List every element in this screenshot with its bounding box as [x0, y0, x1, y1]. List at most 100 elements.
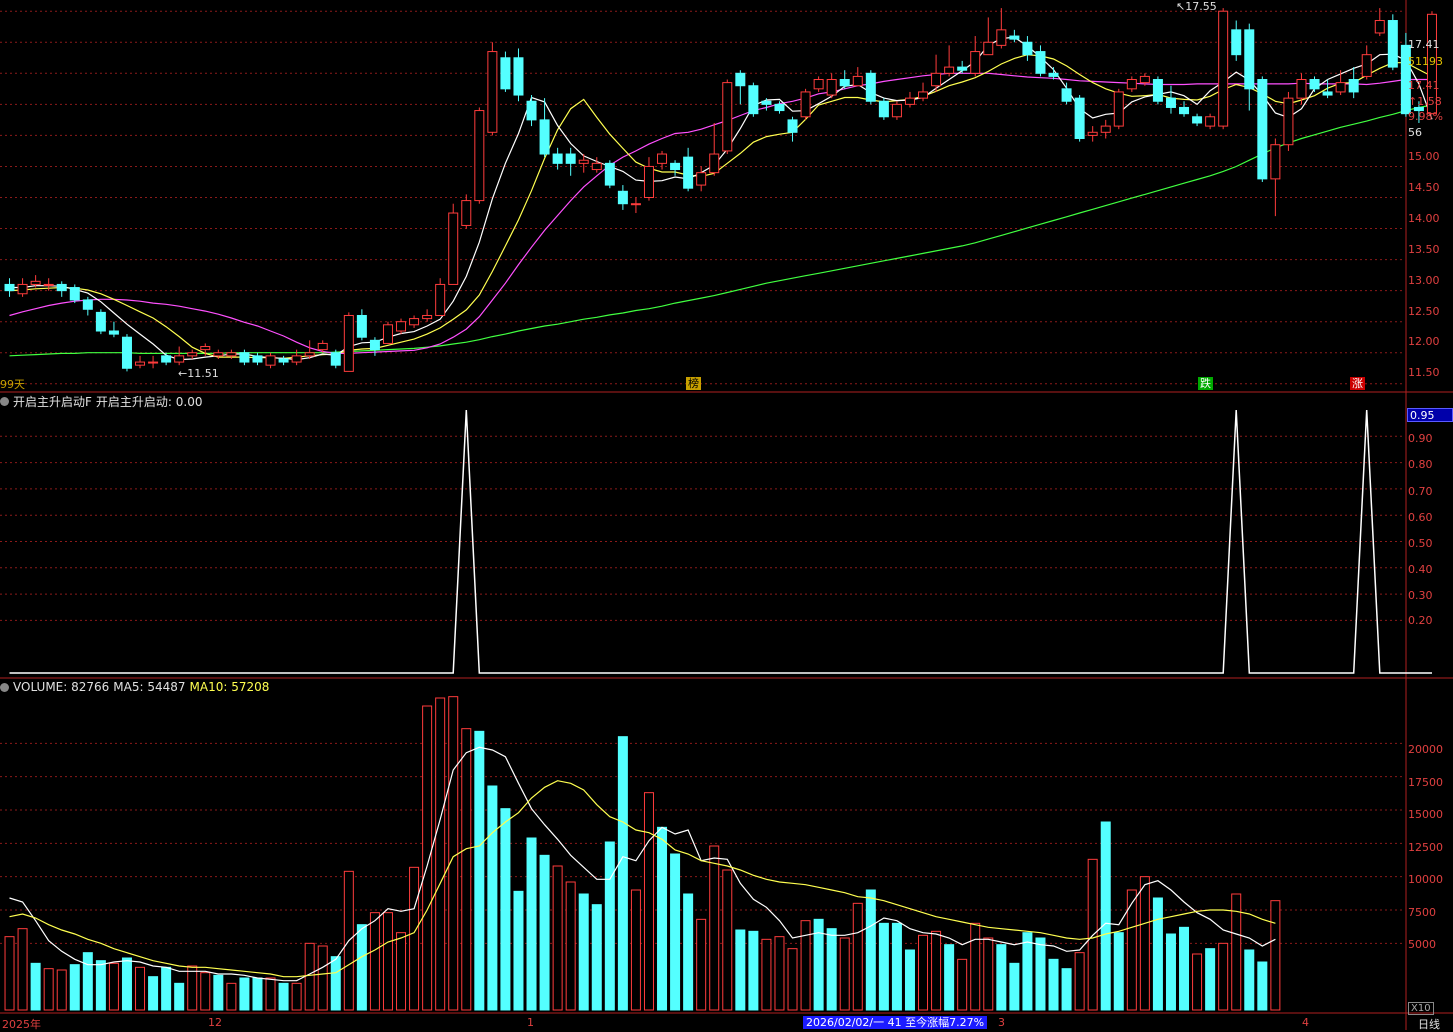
volume-tick: 20000 [1408, 743, 1443, 756]
candle-body [382, 324, 393, 344]
volume-tick: 7500 [1408, 906, 1436, 919]
candle-body [213, 352, 224, 357]
candle [396, 318, 407, 335]
chart-canvas[interactable] [0, 0, 1453, 1030]
candle [565, 147, 576, 176]
volume-bar [904, 949, 915, 1011]
volume-bar [539, 854, 550, 1011]
candle [135, 355, 146, 369]
volume-bar [213, 974, 224, 1011]
candle [474, 107, 485, 204]
candle-body [1009, 35, 1020, 40]
x-label-jan: 1 [527, 1016, 534, 1029]
candle-body [226, 352, 237, 357]
candle-body [487, 51, 498, 133]
candle-body [1022, 41, 1033, 56]
indicator-name[interactable]: 开启主升启动F [13, 393, 92, 410]
candle [878, 98, 889, 120]
candle-body [617, 190, 628, 205]
candle [1244, 23, 1255, 111]
volume-toggle-icon[interactable] [0, 682, 9, 692]
volume-bar [552, 865, 563, 1011]
volume-bar [735, 929, 746, 1011]
volume-tick: 5000 [1408, 938, 1436, 951]
candle-body [852, 75, 863, 87]
volume-bar [226, 982, 237, 1011]
event-marker-zhang[interactable]: 涨 [1350, 377, 1365, 390]
indicator-tick: 0.30 [1408, 589, 1433, 602]
candle [957, 60, 968, 74]
indicator-toggle-icon[interactable] [0, 397, 9, 406]
price-tick: 14.00 [1408, 212, 1440, 225]
volume-bar [1022, 932, 1033, 1011]
volume-bar [252, 977, 263, 1011]
volume-value[interactable]: VOLUME: 82766 [13, 680, 109, 694]
candle-body [448, 212, 459, 285]
candle-body [552, 153, 563, 164]
volume-bar [1074, 952, 1085, 1011]
volume-bar [1009, 962, 1020, 1011]
candle [343, 312, 354, 372]
candle [865, 70, 876, 105]
volume-bar [996, 944, 1007, 1011]
volume-bar [187, 965, 198, 1011]
candle [409, 315, 420, 328]
volume-bar [1165, 933, 1176, 1011]
volume-tick: 15000 [1408, 808, 1443, 821]
candle-body [774, 103, 785, 112]
candle-body [43, 283, 54, 286]
volume-bar [852, 902, 863, 1011]
volume-bar [617, 736, 628, 1011]
volume-bar [696, 918, 707, 1011]
candle-body [513, 57, 524, 96]
candle [174, 346, 185, 366]
candle [604, 160, 615, 189]
candle-body [291, 355, 302, 363]
candle-body [252, 355, 263, 363]
candle [1126, 76, 1137, 92]
event-marker-die[interactable]: 跌 [1198, 377, 1213, 390]
candle-body [108, 330, 119, 335]
volume-bar [670, 853, 681, 1011]
candle-body [539, 119, 550, 155]
candle-body [604, 162, 615, 186]
candle [148, 355, 159, 369]
candle [500, 51, 511, 92]
volume-bar [409, 866, 420, 1011]
candle-body [1074, 97, 1085, 140]
volume-bar [82, 952, 93, 1011]
candle [487, 42, 498, 136]
candle [1100, 119, 1111, 139]
candle-body [1113, 91, 1124, 127]
candle-body [69, 287, 80, 301]
candle [800, 88, 811, 120]
volume-bar [317, 945, 328, 1011]
candle-body [1139, 75, 1150, 84]
candle [1309, 76, 1320, 92]
x-label-apr: 4 [1302, 1016, 1309, 1029]
right-info-percent: 9.98% [1408, 110, 1443, 123]
candle [1087, 126, 1098, 142]
candle-body [813, 79, 824, 90]
candle-body [696, 172, 707, 186]
right-info-price: 17.41 [1408, 38, 1440, 51]
price-tick: 13.50 [1408, 243, 1440, 256]
candle-body [1361, 54, 1372, 77]
volume-bar [43, 968, 54, 1011]
candle [422, 309, 433, 322]
candle-body [983, 41, 994, 56]
candle [513, 48, 524, 102]
volume-bar [578, 893, 589, 1011]
volume-bar [95, 960, 106, 1011]
event-marker-bang[interactable]: 榜 [686, 377, 701, 390]
volume-bar [1048, 958, 1059, 1011]
candle-body [891, 103, 902, 118]
volume-bar [1061, 968, 1072, 1011]
price-tick: 15.00 [1408, 150, 1440, 163]
right-info-extra: 56 [1408, 126, 1422, 139]
volume-ma5-line [9, 746, 1276, 982]
candle [56, 281, 67, 297]
candle [918, 82, 929, 102]
candle-body [161, 355, 172, 363]
candle-body [435, 283, 446, 316]
